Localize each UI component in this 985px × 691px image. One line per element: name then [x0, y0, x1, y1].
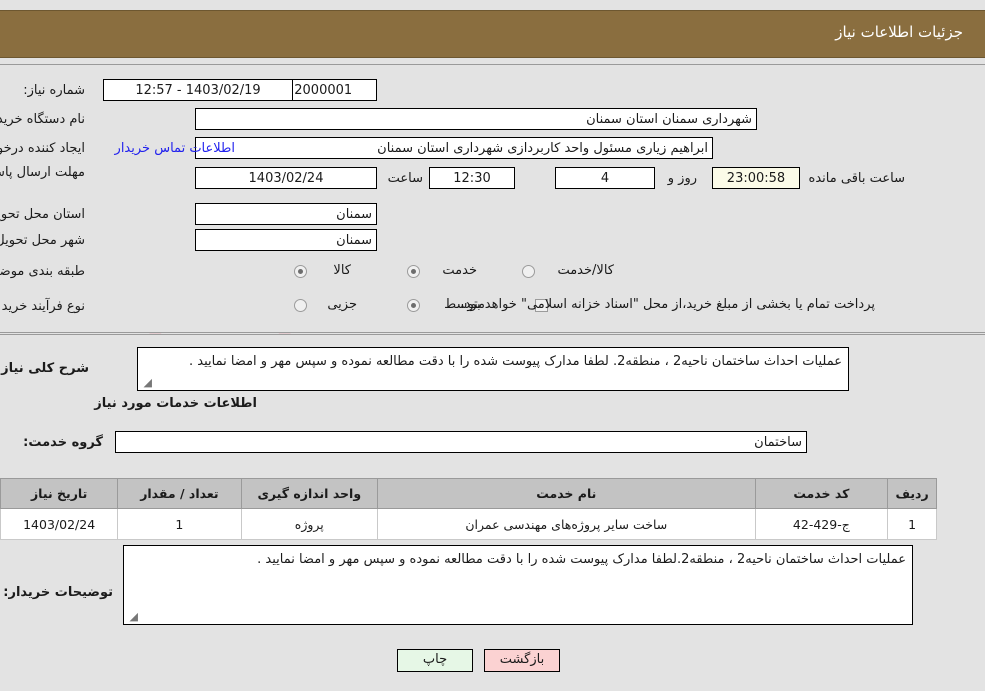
deadline-days-value: 4: [555, 167, 655, 189]
service-group-value: ساختمان: [115, 431, 807, 453]
need-info-panel: [0, 64, 985, 333]
services-table-wrapper: ردیف کد خدمت نام خدمت واحد اندازه گیری ت…: [0, 478, 937, 540]
col-index: ردیف: [887, 478, 937, 509]
resize-grip-icon-2[interactable]: ◢: [126, 611, 138, 623]
hour-label: ساعت: [387, 171, 423, 186]
cell-code: ج-429-42: [754, 508, 889, 540]
col-code: کد خدمت: [754, 478, 889, 509]
category-label: طبقه بندی موضوعی:: [0, 264, 85, 279]
province-value: سمنان: [195, 203, 377, 225]
page-root: AriaTender.net AriaTender جزئیات اطلاعات…: [0, 0, 985, 691]
buyer-notes-textarea[interactable]: عملیات احداث ساختمان ناحیه2 ، منطقه2.لطف…: [123, 545, 913, 625]
process-radio-medium[interactable]: [407, 299, 420, 312]
description-value: عملیات احداث ساختمان ناحیه2 ، منطقه2. لط…: [188, 354, 842, 369]
deadline-date-value: 1403/02/24: [195, 167, 377, 189]
city-value: سمنان: [195, 229, 377, 251]
buyer-contact-link[interactable]: اطلاعات تماس خریدار: [115, 141, 235, 156]
need-number-label: شماره نیاز:: [23, 83, 85, 98]
category-label-goods-service: کالا/خدمت: [557, 263, 614, 278]
col-name: نام خدمت: [377, 478, 756, 509]
description-label: شرح کلی نیاز:: [0, 361, 89, 376]
creator-value: ابراهیم زیاری مسئول واحد کاربردازی شهردا…: [195, 137, 713, 159]
creator-label: ایجاد کننده درخواست:: [0, 141, 85, 156]
header-bar: جزئیات اطلاعات نیاز: [0, 10, 985, 58]
category-radio-service[interactable]: [407, 265, 420, 278]
process-radio-minor[interactable]: [294, 299, 307, 312]
col-qty: تعداد / مقدار: [117, 478, 242, 509]
page-title: جزئیات اطلاعات نیاز: [835, 23, 963, 41]
buyer-notes-label: توضیحات خریدار:: [3, 585, 113, 600]
deadline-label-text: مهلت ارسال پاسخ: تا تاریخ:: [0, 165, 85, 180]
treasury-checkbox-label: پرداخت تمام یا بخشی از مبلغ خرید،از محل …: [460, 297, 875, 312]
cell-index: 1: [887, 508, 937, 540]
deadline-label: مهلت ارسال پاسخ: تا تاریخ:: [0, 164, 85, 182]
deadline-time-value: 12:30: [429, 167, 515, 189]
buyer-org-value: شهرداری سمنان استان سمنان: [195, 108, 757, 130]
print-button[interactable]: چاپ: [397, 649, 473, 672]
services-table: ردیف کد خدمت نام خدمت واحد اندازه گیری ت…: [0, 478, 937, 540]
announce-datetime-value: 1403/02/19 - 12:57: [103, 79, 293, 101]
back-button[interactable]: بازگشت: [484, 649, 560, 672]
countdown-value: 23:00:58: [712, 167, 800, 189]
category-label-goods: کالا: [333, 263, 351, 278]
category-radio-goods-service[interactable]: [522, 265, 535, 278]
cell-unit: پروژه: [240, 508, 379, 540]
buyer-org-label: نام دستگاه خریدار:: [0, 112, 85, 127]
remaining-label: ساعت باقی مانده: [808, 171, 905, 186]
resize-grip-icon[interactable]: ◢: [140, 377, 152, 389]
table-row: 1 ج-429-42 ساخت سایر پروژه‌های مهندسی عم…: [0, 508, 937, 540]
buyer-notes-value: عملیات احداث ساختمان ناحیه2 ، منطقه2.لطف…: [257, 552, 906, 567]
col-unit: واحد اندازه گیری: [240, 478, 379, 509]
process-label-minor: جزیی: [327, 297, 357, 312]
category-label-service: خدمت: [442, 263, 477, 278]
description-textarea[interactable]: عملیات احداث ساختمان ناحیه2 ، منطقه2. لط…: [137, 347, 849, 391]
category-radio-goods[interactable]: [294, 265, 307, 278]
days-label: روز و: [667, 171, 697, 186]
table-header-row: ردیف کد خدمت نام خدمت واحد اندازه گیری ت…: [0, 478, 937, 509]
process-label: نوع فرآیند خرید :: [0, 299, 85, 314]
services-heading: اطلاعات خدمات مورد نیاز: [94, 396, 257, 411]
province-label: استان محل تحویل:: [0, 207, 85, 222]
cell-date: 1403/02/24: [0, 508, 119, 540]
cell-qty: 1: [117, 508, 242, 540]
service-group-label: گروه خدمت:: [23, 435, 103, 450]
city-label: شهر محل تحویل:: [0, 233, 85, 248]
cell-name: ساخت سایر پروژه‌های مهندسی عمران: [377, 508, 756, 540]
col-date: تاریخ نیاز: [0, 478, 119, 509]
